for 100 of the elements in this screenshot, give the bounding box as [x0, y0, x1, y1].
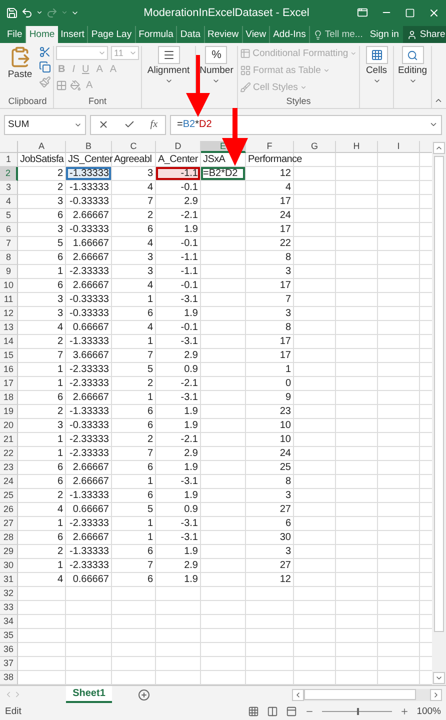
table-cell-text: 2: [56, 335, 64, 348]
row-header[interactable]: 8: [0, 251, 18, 266]
row-header[interactable]: 20: [0, 419, 18, 434]
table-cell-text: 6: [146, 223, 154, 236]
row-header[interactable]: 27: [0, 517, 18, 532]
paste-button[interactable]: Paste: [8, 46, 32, 96]
column-header[interactable]: C: [112, 141, 156, 154]
row-header[interactable]: 14: [0, 335, 18, 350]
row-header[interactable]: 3: [0, 181, 18, 196]
page-break-icon[interactable]: [286, 706, 297, 718]
row-header[interactable]: 1: [0, 153, 18, 168]
table-cell-text: 3: [56, 195, 64, 208]
slider-thumb[interactable]: [356, 708, 359, 716]
row-header[interactable]: 36: [0, 643, 18, 658]
alignment-button[interactable]: Alignment: [147, 46, 190, 86]
add-sheet-icon[interactable]: [138, 688, 150, 701]
normal-view-icon[interactable]: [248, 706, 259, 718]
row-header[interactable]: 18: [0, 391, 18, 406]
scissors-icon[interactable]: [38, 46, 51, 58]
table-cell-text: 6: [56, 461, 64, 474]
row-header[interactable]: 10: [0, 279, 18, 294]
column-header[interactable]: I: [378, 141, 420, 154]
scroll-thumb[interactable]: [304, 689, 416, 700]
row-header[interactable]: 37: [0, 657, 18, 672]
page-layout-icon[interactable]: [266, 706, 278, 718]
column-header[interactable]: H: [336, 141, 378, 154]
row-header[interactable]: 17: [0, 377, 18, 392]
copy-icon[interactable]: [38, 61, 51, 74]
row-header[interactable]: 28: [0, 531, 18, 546]
formula-input[interactable]: =B2*D2: [170, 114, 442, 135]
zoom-in-icon[interactable]: [400, 707, 409, 716]
row-header[interactable]: 34: [0, 615, 18, 630]
lightbulb-icon: [312, 30, 323, 40]
save-icon[interactable]: [6, 6, 18, 19]
column-header[interactable]: G: [294, 141, 336, 154]
editing-button[interactable]: Editing: [398, 46, 428, 86]
row-header[interactable]: 30: [0, 559, 18, 574]
ribbon-display-icon[interactable]: [357, 7, 368, 18]
row-header[interactable]: 21: [0, 433, 18, 448]
row-header[interactable]: 29: [0, 545, 18, 560]
group-label: Styles: [285, 96, 312, 108]
vertical-scrollbar[interactable]: [432, 141, 446, 686]
table-cell-text: -1.33333: [68, 405, 110, 418]
row-header[interactable]: 38: [0, 671, 18, 686]
table-cell-text: 3.66667: [72, 349, 110, 362]
row-header[interactable]: 6: [0, 223, 18, 238]
table-cell-text: 10: [278, 419, 292, 432]
row-header[interactable]: 11: [0, 293, 18, 308]
row-header[interactable]: 9: [0, 265, 18, 280]
table-cell-text: -0.33333: [68, 419, 110, 432]
tell-me-search[interactable]: Tell me...: [310, 26, 366, 44]
table-cell-text: 1: [146, 475, 154, 488]
scroll-thumb[interactable]: [434, 156, 444, 632]
cells-button[interactable]: Cells: [366, 46, 388, 86]
horizontal-scrollbar[interactable]: [292, 688, 442, 701]
table-cell-text: 1: [56, 363, 64, 376]
cell-input[interactable]: =B2*D2: [201, 167, 245, 180]
row-header[interactable]: 33: [0, 601, 18, 616]
row-header[interactable]: 5: [0, 209, 18, 224]
ribbon-tab[interactable]: Home: [26, 26, 58, 44]
column-header[interactable]: F: [246, 141, 294, 154]
table-cell-text: 2.66667: [72, 279, 110, 292]
close-icon[interactable]: [428, 6, 440, 19]
row-header[interactable]: 15: [0, 349, 18, 364]
number-button[interactable]: % Number: [200, 46, 234, 86]
table-cell-text: Agreeabl: [113, 153, 153, 166]
table-cell-text: 1.9: [183, 545, 199, 558]
row-header[interactable]: 22: [0, 447, 18, 462]
row-header[interactable]: 16: [0, 363, 18, 378]
sign-in-link[interactable]: Sign in: [366, 26, 403, 44]
row-header[interactable]: 19: [0, 405, 18, 420]
row-header[interactable]: 25: [0, 489, 18, 504]
insert-function-button[interactable]: fx: [150, 119, 158, 130]
undo-icon[interactable]: [21, 6, 33, 19]
row-header[interactable]: 24: [0, 475, 18, 490]
sheet-tab[interactable]: Sheet1: [66, 686, 112, 704]
table-cell-text: -0.1: [180, 237, 199, 250]
row-header[interactable]: 7: [0, 237, 18, 252]
table-cell-text: 5: [146, 503, 154, 516]
table-cell-text: -2.33333: [68, 447, 110, 460]
column-header[interactable]: D: [156, 141, 201, 154]
row-header[interactable]: 23: [0, 461, 18, 476]
row-header[interactable]: 32: [0, 587, 18, 602]
row-header[interactable]: 31: [0, 573, 18, 588]
column-header[interactable]: B: [66, 141, 112, 154]
row-header[interactable]: 12: [0, 307, 18, 322]
row-header[interactable]: 2: [0, 167, 18, 182]
share-button[interactable]: Share: [402, 26, 446, 44]
table-cell-text: -1.33333: [68, 335, 110, 348]
row-header[interactable]: 35: [0, 629, 18, 644]
column-header[interactable]: A: [18, 141, 66, 154]
row-header[interactable]: 26: [0, 503, 18, 518]
caret-icon[interactable]: [36, 9, 43, 16]
row-header[interactable]: 4: [0, 195, 18, 210]
table-cell-text: 1.9: [183, 419, 199, 432]
maximize-icon[interactable]: [405, 8, 415, 18]
row-header[interactable]: 13: [0, 321, 18, 336]
table-cell-text: -1.1: [180, 251, 199, 264]
cancel-icon[interactable]: [98, 119, 110, 130]
name-box[interactable]: SUM: [4, 114, 86, 135]
